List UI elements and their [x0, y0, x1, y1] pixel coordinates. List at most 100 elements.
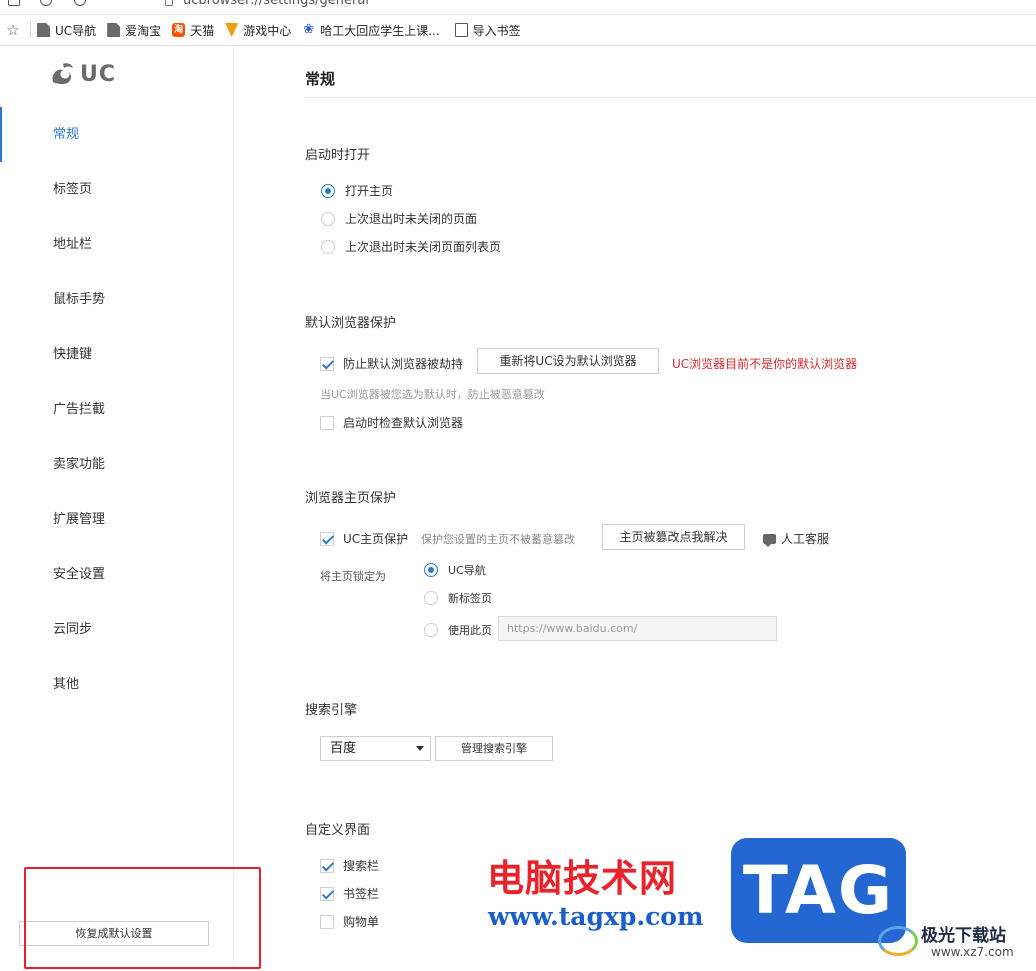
checkbox-prevent-hijack[interactable]: 防止默认浏览器被劫持 — [320, 355, 463, 372]
nav-item-mouse-gestures[interactable]: 鼠标手势 — [0, 272, 234, 327]
undo-icon[interactable] — [74, 0, 86, 6]
watermark-site-logo: 极光下载站 www.xz7.com — [878, 920, 1036, 970]
settings-sidebar: UC 常规 标签页 地址栏 鼠标手势 快捷键 广告拦截 卖家功能 扩展管理 安全… — [0, 46, 234, 971]
nav-item-address-bar[interactable]: 地址栏 — [0, 217, 234, 272]
url-text[interactable]: ucbrowser://settings/general — [183, 0, 369, 8]
radio-label: 打开主页 — [345, 184, 394, 198]
radio-label: 上次退出时未关闭页面列表页 — [345, 240, 502, 254]
checkbox-bookmark-bar[interactable]: 书签栏 — [320, 885, 379, 902]
customer-service-link[interactable]: 人工客服 — [763, 530, 829, 547]
bookmark-label: 哈工大回应学生上课... — [320, 23, 440, 38]
window-icon[interactable] — [8, 0, 20, 6]
section-title-homepage: 浏览器主页保护 — [305, 491, 397, 506]
nav-item-general[interactable]: 常规 — [0, 107, 234, 162]
nav-item-tabs[interactable]: 标签页 — [0, 162, 234, 217]
divider — [305, 97, 1036, 98]
squirrel-icon — [49, 60, 77, 88]
bookmark-ai-taobao[interactable]: 爱淘宝 — [107, 22, 161, 39]
nav-item-cloud-sync[interactable]: 云同步 — [0, 602, 234, 657]
bookmark-label: 导入书签 — [472, 23, 521, 38]
radio-label: UC导航 — [448, 564, 486, 577]
checkbox-search-bar[interactable]: 搜索栏 — [320, 857, 379, 874]
radio-dot[interactable] — [321, 239, 335, 254]
bookmark-game-center[interactable]: 游戏中心 — [225, 22, 291, 39]
page-security-icon[interactable] — [165, 0, 173, 6]
radio-dot[interactable] — [424, 623, 438, 637]
radio-lock-uc-nav[interactable]: UC导航 — [424, 562, 486, 578]
customer-service-label: 人工客服 — [781, 532, 830, 546]
import-icon — [454, 23, 468, 37]
radio-label: 使用此页 — [448, 624, 492, 637]
watermark-cn-text: 电脑技术网 — [487, 857, 677, 900]
watermark-site-text: 极光下载站 — [921, 926, 1006, 946]
checkbox-label: 购物单 — [343, 915, 380, 929]
baidu-paw-icon: ❀ — [303, 22, 315, 37]
checkbox-label: 搜索栏 — [343, 859, 380, 873]
checkbox-box[interactable] — [320, 415, 334, 430]
checkbox-check-on-start[interactable]: 启动时检查默认浏览器 — [320, 414, 463, 431]
nav-item-shortcuts[interactable]: 快捷键 — [0, 327, 234, 382]
checkbox-box[interactable] — [320, 886, 334, 901]
nav-list: 常规 标签页 地址栏 鼠标手势 快捷键 广告拦截 卖家功能 扩展管理 安全设置 … — [0, 107, 234, 712]
radio-restore-list[interactable]: 上次退出时未关闭页面列表页 — [321, 238, 501, 255]
page-icon — [37, 23, 50, 37]
homepage-fix-button[interactable]: 主页被篡改点我解决 — [602, 524, 745, 550]
game-icon — [225, 23, 239, 37]
checkbox-box[interactable] — [320, 531, 334, 546]
swirl-logo-icon — [878, 926, 918, 956]
back-icon[interactable] — [112, 0, 124, 6]
bookmark-label: 天猫 — [190, 23, 215, 38]
custom-homepage-input[interactable]: https://www.baidu.com/ — [498, 616, 777, 641]
manage-search-button[interactable]: 管理搜索引擎 — [435, 736, 553, 761]
address-bar: ucbrowser://settings/general — [0, 0, 1036, 15]
taobao-icon: 淘 — [172, 23, 186, 37]
nav-item-extensions[interactable]: 扩展管理 — [0, 492, 234, 547]
radio-restore-pages[interactable]: 上次退出时未关闭的页面 — [321, 210, 477, 227]
bookmark-uc-nav[interactable]: UC导航 — [37, 22, 96, 39]
search-engine-select[interactable]: 百度 — [320, 736, 431, 761]
checkbox-box[interactable] — [320, 356, 334, 371]
divider — [30, 22, 31, 38]
bookmark-label: 游戏中心 — [243, 23, 292, 38]
uc-logo: UC — [49, 60, 116, 88]
bookmark-label: 爱淘宝 — [125, 23, 162, 38]
checkbox-box[interactable] — [320, 858, 334, 873]
bookmark-tmall[interactable]: 淘 天猫 — [172, 22, 214, 39]
radio-label: 新标签页 — [448, 592, 492, 605]
bookmark-news[interactable]: ❀ 哈工大回应学生上课... — [302, 22, 439, 39]
bookmark-import[interactable]: 导入书签 — [454, 22, 521, 39]
page-icon — [107, 23, 121, 37]
nav-item-security[interactable]: 安全设置 — [0, 547, 234, 602]
radio-dot[interactable] — [424, 591, 438, 605]
watermark-url-text: www.tagxp.com — [488, 902, 704, 931]
section-title-custom-ui: 自定义界面 — [305, 823, 371, 838]
refresh-icon[interactable] — [40, 0, 52, 6]
homepage-protect-hint: 保护您设置的主页不被蓄意篡改 — [421, 533, 575, 546]
radio-label: 上次退出时未关闭的页面 — [345, 212, 478, 226]
checkbox-uc-homepage-protect[interactable]: UC主页保护 — [320, 530, 408, 547]
nav-item-ad-block[interactable]: 广告拦截 — [0, 382, 234, 437]
radio-open-homepage[interactable]: 打开主页 — [321, 182, 393, 199]
caret-down-icon — [416, 746, 424, 751]
radio-dot[interactable] — [321, 183, 335, 198]
radio-dot[interactable] — [424, 563, 438, 577]
section-title-search: 搜索引擎 — [305, 703, 358, 718]
reset-defaults-button[interactable]: 恢复成默认设置 — [19, 921, 209, 946]
set-default-browser-button[interactable]: 重新将UC设为默认浏览器 — [477, 348, 659, 374]
bookmarks-bar: ☆ UC导航 爱淘宝 淘 天猫 游戏中心 ❀ 哈工大回应学生上课... 导入书签 — [0, 15, 1036, 46]
radio-dot[interactable] — [321, 211, 335, 226]
radio-lock-new-tab[interactable]: 新标签页 — [424, 590, 492, 606]
nav-item-seller[interactable]: 卖家功能 — [0, 437, 234, 492]
homepage-lock-label: 将主页锁定为 — [320, 570, 386, 583]
checkbox-label: UC主页保护 — [343, 532, 409, 546]
checkbox-label: 启动时检查默认浏览器 — [343, 416, 464, 430]
checkbox-label: 书签栏 — [343, 887, 380, 901]
default-browser-warning: UC浏览器目前不是你的默认浏览器 — [672, 357, 858, 371]
radio-lock-custom-page[interactable]: 使用此页 — [424, 622, 492, 638]
star-icon[interactable]: ☆ — [0, 21, 26, 39]
page-title: 常规 — [305, 70, 336, 88]
search-engine-value: 百度 — [330, 741, 357, 756]
checkbox-box[interactable] — [320, 914, 334, 929]
nav-item-other[interactable]: 其他 — [0, 657, 234, 712]
checkbox-shopping-list[interactable]: 购物单 — [320, 913, 379, 930]
